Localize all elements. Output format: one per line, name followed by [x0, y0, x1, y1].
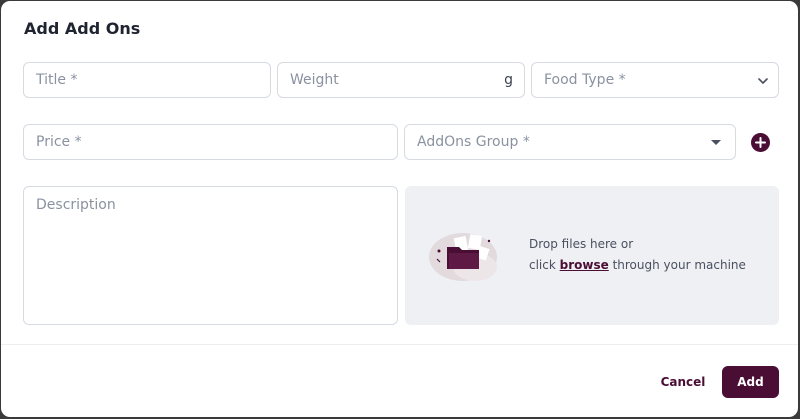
- add-button[interactable]: Add: [722, 366, 779, 398]
- description-placeholder: Description: [36, 197, 116, 213]
- weight-unit: g: [504, 72, 513, 88]
- price-input[interactable]: Price *: [23, 124, 398, 160]
- addons-group-placeholder: AddOns Group *: [417, 134, 530, 150]
- addons-group-select[interactable]: AddOns Group *: [404, 124, 736, 160]
- description-textarea[interactable]: Description: [23, 186, 398, 325]
- add-addons-dialog: Add Add Ons Title * Weight g Food Type *…: [1, 1, 798, 417]
- food-type-select[interactable]: Food Type *: [531, 62, 779, 98]
- food-type-placeholder: Food Type *: [544, 72, 626, 88]
- weight-input[interactable]: Weight g: [277, 62, 525, 98]
- dropzone-text-prefix: click: [529, 258, 560, 272]
- title-placeholder: Title *: [36, 72, 78, 88]
- file-dropzone[interactable]: Drop files here or click browse through …: [405, 186, 779, 325]
- plus-icon: [755, 137, 766, 148]
- weight-placeholder: Weight: [290, 72, 339, 88]
- title-input[interactable]: Title *: [23, 62, 271, 98]
- browse-link[interactable]: browse: [560, 258, 609, 272]
- dropzone-text-suffix: through your machine: [608, 258, 746, 272]
- folder-upload-illustration: [429, 233, 497, 281]
- add-group-button[interactable]: [751, 133, 770, 152]
- caret-down-icon: [711, 140, 721, 145]
- chevron-down-icon: [758, 78, 768, 84]
- footer-divider: [1, 344, 798, 345]
- price-placeholder: Price *: [36, 134, 82, 150]
- cancel-button[interactable]: Cancel: [655, 367, 711, 397]
- dropzone-text-line2: click browse through your machine: [529, 258, 746, 272]
- dropzone-text-line1: Drop files here or: [529, 237, 634, 251]
- dialog-title: Add Add Ons: [24, 19, 141, 38]
